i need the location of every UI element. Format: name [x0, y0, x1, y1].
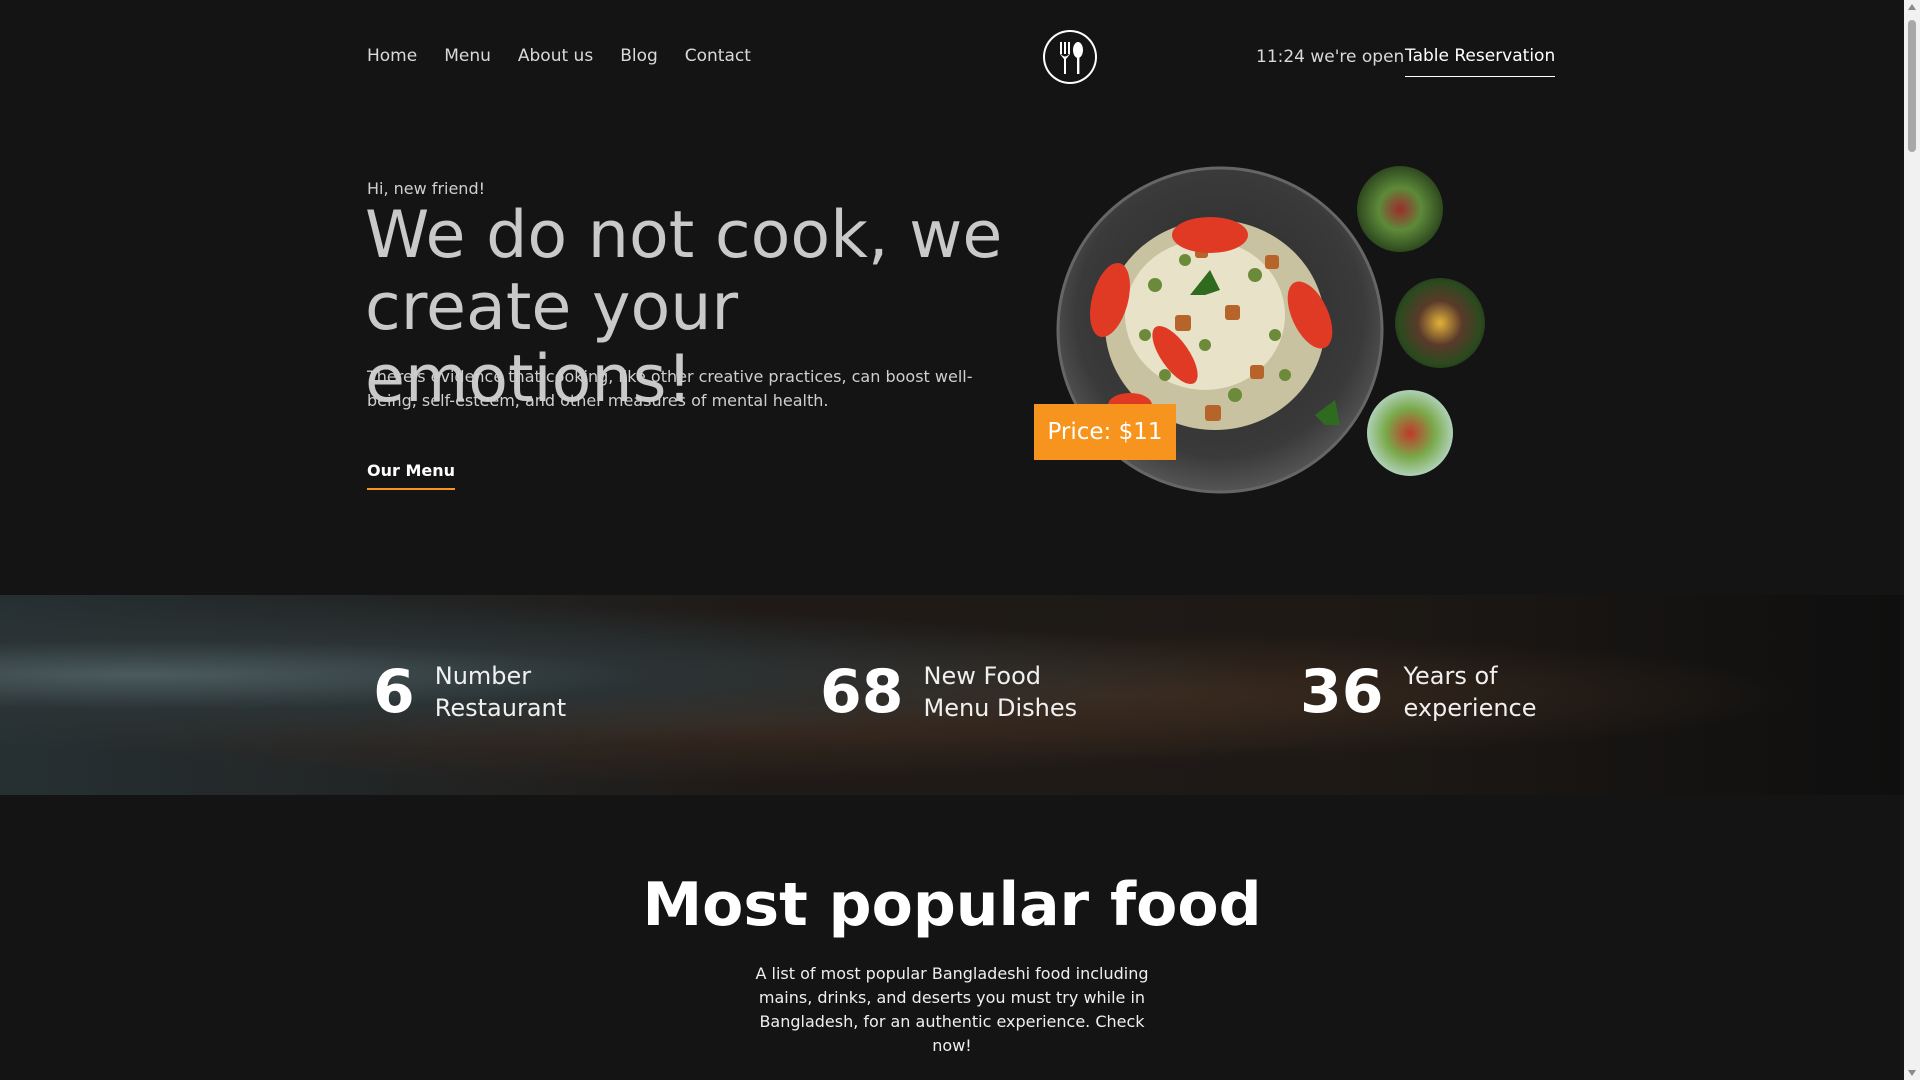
thumb-salad-1[interactable]	[1357, 166, 1443, 252]
hero-greeting: Hi, new friend!	[367, 179, 486, 198]
scrollbar[interactable]	[1904, 0, 1920, 1080]
stat-number: 68	[820, 657, 904, 727]
main-nav: Home Menu About us Blog Contact	[367, 46, 778, 66]
stats-band: 6 Number Restaurant 68 New Food Menu Dis…	[0, 595, 1904, 795]
price-badge: Price: $11	[1034, 404, 1176, 460]
scroll-up-icon[interactable]	[1908, 4, 1916, 10]
logo-inner	[1045, 32, 1095, 82]
thumb-steak[interactable]	[1395, 278, 1485, 368]
table-reservation-link[interactable]: Table Reservation	[1405, 46, 1556, 77]
nav-item-home[interactable]: Home	[367, 46, 417, 66]
stat-years: 36 Years of experience	[1300, 657, 1574, 727]
nav-item-blog[interactable]: Blog	[620, 46, 658, 66]
hero-description: There's evidence that cooking, like othe…	[367, 367, 973, 410]
scroll-down-icon[interactable]	[1908, 1070, 1916, 1076]
logo[interactable]	[1043, 30, 1097, 84]
stat-number: 6	[373, 657, 415, 727]
nav-item-contact[interactable]: Contact	[685, 46, 751, 66]
stat-number: 36	[1300, 657, 1384, 727]
thumb-salad-2[interactable]	[1367, 390, 1453, 476]
nav-item-menu[interactable]: Menu	[444, 46, 491, 66]
stat-restaurants: 6 Number Restaurant	[373, 657, 605, 727]
stat-label: Number Restaurant	[434, 662, 567, 722]
stat-label: Years of experience	[1403, 662, 1537, 722]
open-status: 11:24 we're open	[1256, 47, 1405, 67]
stat-new-dishes: 68 New Food Menu Dishes	[820, 657, 1094, 727]
fork-spoon-icon	[1060, 42, 1083, 74]
page: Home Menu About us Blog Contact 11:24 we…	[0, 0, 1904, 1080]
our-menu-button[interactable]: Our Menu	[367, 461, 456, 490]
nav-item-about-us[interactable]: About us	[518, 46, 593, 66]
scroll-thumb[interactable]	[1908, 20, 1916, 152]
stat-label: New Food Menu Dishes	[923, 662, 1078, 722]
popular-description: A list of most popular Bangladeshi food …	[755, 964, 1149, 1055]
popular-title: Most popular food	[642, 870, 1262, 940]
